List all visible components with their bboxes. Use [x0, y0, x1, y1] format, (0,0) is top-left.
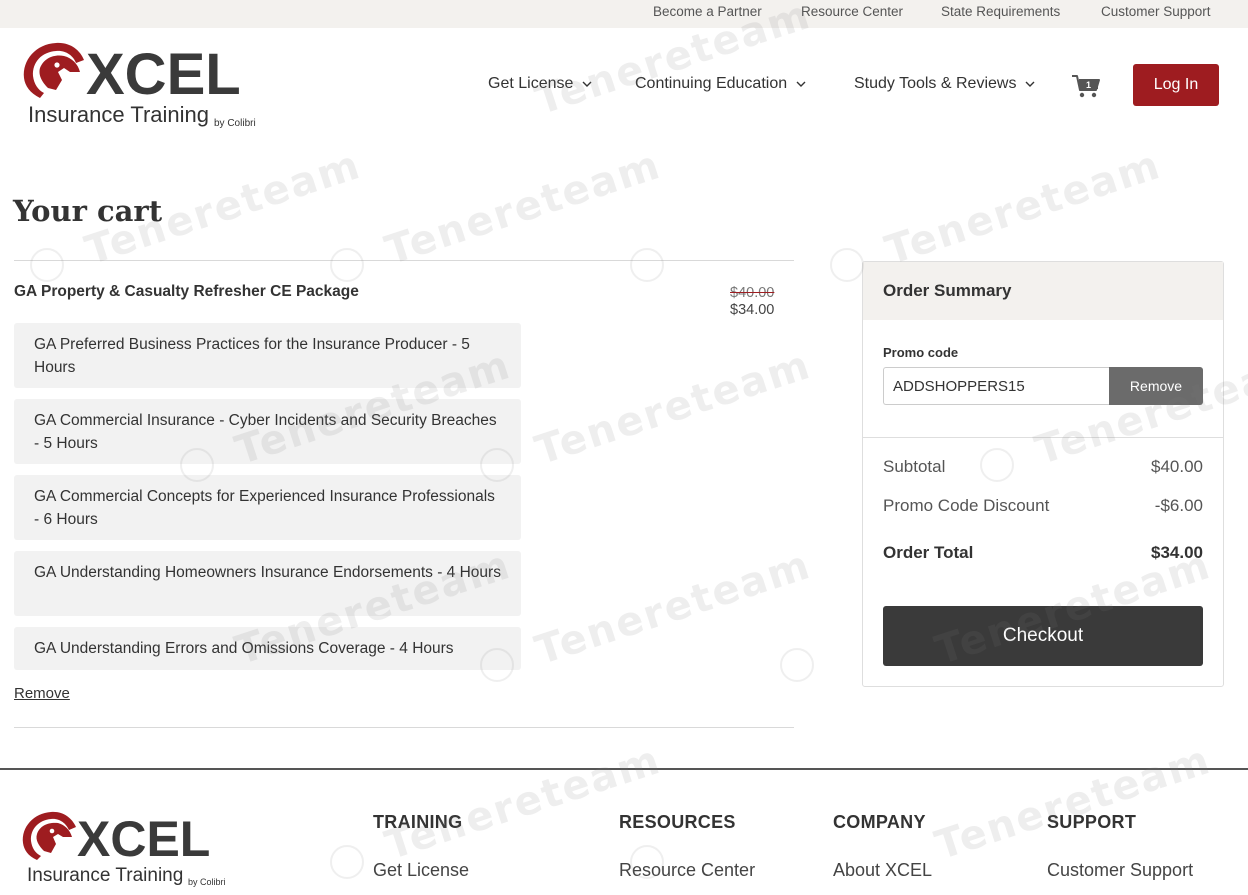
login-button[interactable]: Log In	[1133, 64, 1219, 106]
logo-byline: by Colibri	[188, 877, 226, 887]
watermark-seal-icon	[30, 248, 64, 282]
logo-subtitle: Insurance Training	[28, 102, 209, 127]
cart-count-badge: 1	[1086, 80, 1091, 90]
watermark-seal-icon	[330, 845, 364, 879]
summary-divider	[863, 437, 1223, 438]
footer-heading-training: TRAINING	[373, 812, 463, 832]
watermark-text: Tenereteam	[529, 341, 817, 475]
discount-value: -$6.00	[1154, 496, 1203, 515]
watermark-seal-icon	[830, 248, 864, 282]
utility-link-state-requirements[interactable]: State Requirements	[941, 4, 1060, 19]
utility-link-resource-center[interactable]: Resource Center	[801, 4, 903, 19]
nav-continuing-education[interactable]: Continuing Education	[635, 75, 808, 93]
course-item: GA Understanding Errors and Omissions Co…	[14, 627, 521, 670]
watermark-text: Tenereteam	[379, 141, 667, 275]
nav-study-tools[interactable]: Study Tools & Reviews	[854, 75, 1037, 93]
footer-divider	[0, 768, 1248, 770]
order-summary-panel: Order Summary Promo code Remove Subtotal…	[862, 261, 1224, 687]
course-item: GA Understanding Homeowners Insurance En…	[14, 551, 521, 616]
footer-heading-company: COMPANY	[833, 812, 926, 832]
watermark-text: Tenereteam	[379, 736, 667, 870]
discount-label: Promo Code Discount	[883, 496, 1050, 515]
cart-top-divider	[14, 260, 794, 261]
course-item: GA Commercial Insurance - Cyber Incident…	[14, 399, 521, 464]
promo-remove-button[interactable]: Remove	[1109, 367, 1203, 405]
nav-get-license-label: Get License	[488, 75, 574, 92]
header-logo[interactable]: XCEL Insurance Training by Colibri	[18, 38, 270, 132]
utility-link-customer-support[interactable]: Customer Support	[1101, 4, 1211, 19]
footer-heading-support: SUPPORT	[1047, 812, 1137, 832]
watermark-seal-icon	[630, 248, 664, 282]
watermark-seal-icon	[780, 648, 814, 682]
subtotal-label: Subtotal	[883, 457, 946, 476]
cart-icon[interactable]: 1	[1071, 73, 1101, 99]
chevron-down-icon	[1025, 81, 1035, 87]
logo-wordmark: XCEL	[86, 42, 241, 107]
watermark-text: Tenereteam	[529, 541, 817, 675]
footer-link-get-license[interactable]: Get License	[373, 860, 469, 881]
remove-package-link[interactable]: Remove	[14, 685, 70, 702]
order-summary-title: Order Summary	[883, 281, 1012, 300]
course-item: GA Preferred Business Practices for the …	[14, 323, 521, 388]
footer-heading-resources: RESOURCES	[619, 812, 736, 832]
order-total-value: $34.00	[1151, 543, 1203, 562]
order-total-label: Order Total	[883, 543, 974, 562]
course-item: GA Commercial Concepts for Experienced I…	[14, 475, 521, 540]
watermark-seal-icon	[330, 248, 364, 282]
order-summary-header: Order Summary	[863, 262, 1223, 320]
horse-head-icon	[23, 42, 85, 98]
page-title: Your cart	[13, 194, 163, 228]
watermark-text: Tenereteam	[929, 736, 1217, 870]
package-name: GA Property & Casualty Refresher CE Pack…	[14, 283, 359, 300]
footer-link-about[interactable]: About XCEL	[833, 860, 932, 881]
checkout-button[interactable]: Checkout	[883, 606, 1203, 666]
original-price: $40.00	[730, 285, 775, 301]
subtotal-value: $40.00	[1151, 457, 1203, 476]
utility-bar: Become a Partner Resource Center State R…	[0, 0, 1248, 28]
nav-get-license[interactable]: Get License	[488, 75, 594, 93]
promo-code-input[interactable]	[883, 367, 1110, 405]
nav-study-tools-label: Study Tools & Reviews	[854, 75, 1017, 92]
footer-link-customer-support[interactable]: Customer Support	[1047, 860, 1193, 881]
utility-link-become-partner[interactable]: Become a Partner	[653, 4, 762, 19]
discounted-price: $34.00	[730, 302, 775, 318]
promo-code-label: Promo code	[883, 345, 959, 360]
logo-byline: by Colibri	[214, 118, 256, 129]
watermark-text: Tenereteam	[879, 141, 1167, 275]
cart-bottom-divider	[14, 727, 794, 728]
chevron-down-icon	[582, 81, 592, 87]
chevron-down-icon	[796, 81, 806, 87]
horse-head-icon	[22, 811, 76, 860]
footer-logo[interactable]: XCEL Insurance Training by Colibri	[18, 808, 238, 890]
logo-subtitle: Insurance Training	[27, 865, 183, 886]
footer-link-resource-center[interactable]: Resource Center	[619, 860, 755, 881]
logo-wordmark: XCEL	[77, 811, 210, 867]
nav-continuing-education-label: Continuing Education	[635, 75, 788, 92]
